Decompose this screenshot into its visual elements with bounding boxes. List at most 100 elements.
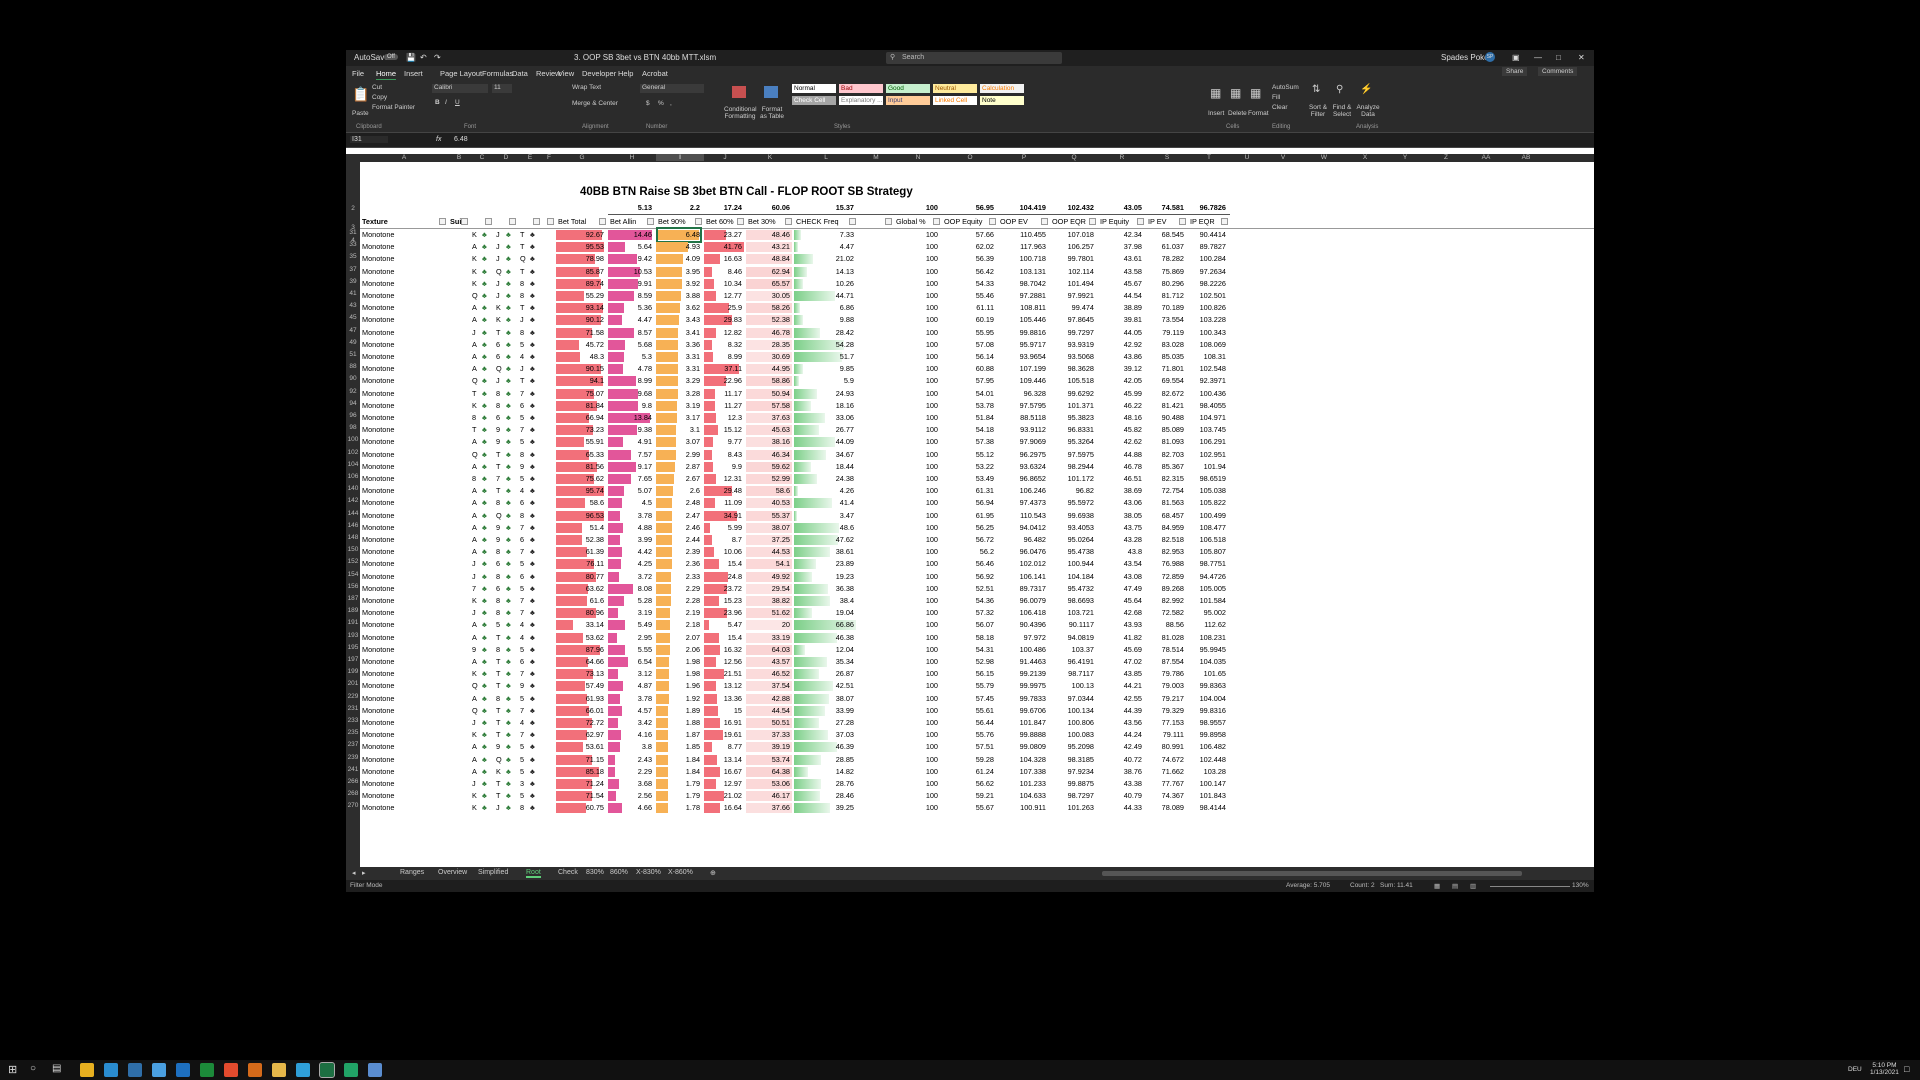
column-header-l[interactable]: L [794, 154, 858, 161]
value-cell[interactable]: 100 [896, 388, 938, 400]
table-row[interactable]: Monotone K ♣ T ♣ 5 ♣ 71.54 2.56 1.79 21.02 46.17 28.… [360, 790, 1594, 802]
value-cell[interactable]: 105.446 [1000, 314, 1046, 326]
firefox-icon[interactable] [224, 1063, 238, 1077]
value-cell[interactable]: 3.42 [610, 717, 652, 729]
value-cell[interactable]: 108.231 [1190, 632, 1226, 644]
table-row[interactable]: Monotone A ♣ T ♣ 4 ♣ 53.62 2.95 2.07 15.4 33.19 46.3… [360, 632, 1594, 644]
value-cell[interactable]: 9.77 [706, 436, 742, 448]
column-header-q[interactable]: Q [1050, 154, 1098, 161]
value-cell[interactable]: 100 [896, 461, 938, 473]
value-cell[interactable]: 37.54 [748, 680, 790, 692]
value-cell[interactable]: 51.62 [748, 607, 790, 619]
check-freq-cell[interactable]: 46.38 [796, 632, 854, 644]
input-language[interactable]: DEU [1848, 1066, 1862, 1073]
row-header[interactable]: 201 [346, 680, 360, 687]
value-cell[interactable]: 3.29 [658, 375, 700, 387]
autosave-toggle[interactable]: Off [384, 54, 398, 60]
card-rank-cell[interactable]: T [472, 424, 480, 436]
value-cell[interactable]: 4.78 [610, 363, 652, 375]
value-cell[interactable]: 3.17 [658, 412, 700, 424]
value-cell[interactable]: 81.421 [1148, 400, 1184, 412]
texture-cell[interactable]: Monotone [362, 375, 444, 387]
value-cell[interactable]: 104.035 [1190, 656, 1226, 668]
texture-cell[interactable]: Monotone [362, 619, 444, 631]
value-cell[interactable]: 84.959 [1148, 522, 1184, 534]
check-freq-cell[interactable]: 3.47 [796, 510, 854, 522]
value-cell[interactable]: 100 [896, 583, 938, 595]
card-rank-cell[interactable]: 4 [520, 717, 528, 729]
texture-cell[interactable]: Monotone [362, 693, 444, 705]
value-cell[interactable]: 69.554 [1148, 375, 1184, 387]
card-rank-cell[interactable]: 7 [520, 729, 528, 741]
value-cell[interactable]: 42.92 [1100, 339, 1142, 351]
value-cell[interactable]: 99.7801 [1052, 253, 1094, 265]
value-cell[interactable]: 43.8 [1100, 546, 1142, 558]
mail-icon[interactable] [368, 1063, 382, 1077]
value-cell[interactable]: 3.28 [658, 388, 700, 400]
value-cell[interactable]: 98.7297 [1052, 790, 1094, 802]
check-freq-cell[interactable]: 33.06 [796, 412, 854, 424]
card-rank-cell[interactable]: 5 [520, 473, 528, 485]
card-rank-cell[interactable]: Q [496, 363, 504, 375]
value-cell[interactable]: 12.97 [706, 778, 742, 790]
value-cell[interactable]: 53.74 [748, 754, 790, 766]
card-rank-cell[interactable]: 7 [520, 388, 528, 400]
value-cell[interactable]: 76.11 [558, 558, 604, 570]
value-cell[interactable]: 56.07 [944, 619, 994, 631]
card-rank-cell[interactable]: 9 [472, 644, 480, 656]
row-header[interactable]: 148 [346, 534, 360, 541]
comma-icon[interactable]: , [670, 100, 672, 107]
value-cell[interactable]: 3.31 [658, 363, 700, 375]
value-cell[interactable]: 100.718 [1000, 253, 1046, 265]
value-cell[interactable]: 82.518 [1148, 534, 1184, 546]
value-cell[interactable]: 1.84 [658, 754, 700, 766]
value-cell[interactable]: 46.22 [1100, 400, 1142, 412]
add-sheet-icon[interactable]: ⊕ [710, 869, 716, 877]
row-header[interactable]: 100 [346, 436, 360, 443]
value-cell[interactable]: 101.263 [1052, 802, 1094, 814]
check-freq-cell[interactable]: 18.44 [796, 461, 854, 473]
value-cell[interactable]: 96.53 [558, 510, 604, 522]
ribbon-tab-formulas[interactable]: Formulas [482, 69, 513, 78]
value-cell[interactable]: 99.7833 [1000, 693, 1046, 705]
filter-dropdown-d[interactable] [509, 218, 516, 225]
value-cell[interactable]: 97.8645 [1052, 314, 1094, 326]
value-cell[interactable]: 70.189 [1148, 302, 1184, 314]
value-cell[interactable]: 4.47 [610, 314, 652, 326]
value-cell[interactable]: 2.29 [610, 766, 652, 778]
table-row[interactable]: Monotone J ♣ 8 ♣ 6 ♣ 80.77 3.72 2.33 24.8 49.92 19.2… [360, 571, 1594, 583]
row-header[interactable]: 195 [346, 644, 360, 651]
row-header[interactable]: 2 [346, 205, 360, 212]
card-rank-cell[interactable]: Q [496, 266, 504, 278]
value-cell[interactable]: 1.87 [658, 729, 700, 741]
value-cell[interactable]: 59.21 [944, 790, 994, 802]
value-cell[interactable]: 91.4463 [1000, 656, 1046, 668]
value-cell[interactable]: 100 [896, 717, 938, 729]
row-header[interactable]: 33 [346, 241, 360, 248]
sort-filter-icon[interactable]: ⇅ [1312, 84, 1320, 95]
value-cell[interactable]: 99.8816 [1000, 327, 1046, 339]
card-rank-cell[interactable]: 6 [520, 571, 528, 583]
ribbon-tab-page-layout[interactable]: Page Layout [440, 69, 482, 78]
card-rank-cell[interactable]: 7 [520, 424, 528, 436]
value-cell[interactable]: 8.46 [706, 266, 742, 278]
value-cell[interactable]: 25.9 [706, 302, 742, 314]
value-cell[interactable]: 100 [896, 680, 938, 692]
value-cell[interactable]: 100 [896, 619, 938, 631]
format-table-button[interactable]: Format as Table [758, 106, 786, 120]
card-rank-cell[interactable]: 4 [520, 619, 528, 631]
row-header[interactable]: 154 [346, 571, 360, 578]
value-cell[interactable]: 52.51 [944, 583, 994, 595]
card-rank-cell[interactable]: J [496, 241, 504, 253]
check-freq-cell[interactable]: 66.86 [796, 619, 854, 631]
card-rank-cell[interactable]: 9 [496, 741, 504, 753]
value-cell[interactable]: 93.5068 [1052, 351, 1094, 363]
value-cell[interactable]: 97.5975 [1052, 449, 1094, 461]
value-cell[interactable]: 101.847 [1000, 717, 1046, 729]
value-cell[interactable]: 106.257 [1052, 241, 1094, 253]
table-row[interactable]: Monotone K ♣ J ♣ Q ♣ 78.98 9.42 4.09 16.63 48.84 21.… [360, 253, 1594, 265]
value-cell[interactable]: 4.91 [610, 436, 652, 448]
check-freq-cell[interactable]: 48.6 [796, 522, 854, 534]
check-freq-cell[interactable]: 44.09 [796, 436, 854, 448]
value-cell[interactable]: 92.67 [558, 229, 604, 241]
